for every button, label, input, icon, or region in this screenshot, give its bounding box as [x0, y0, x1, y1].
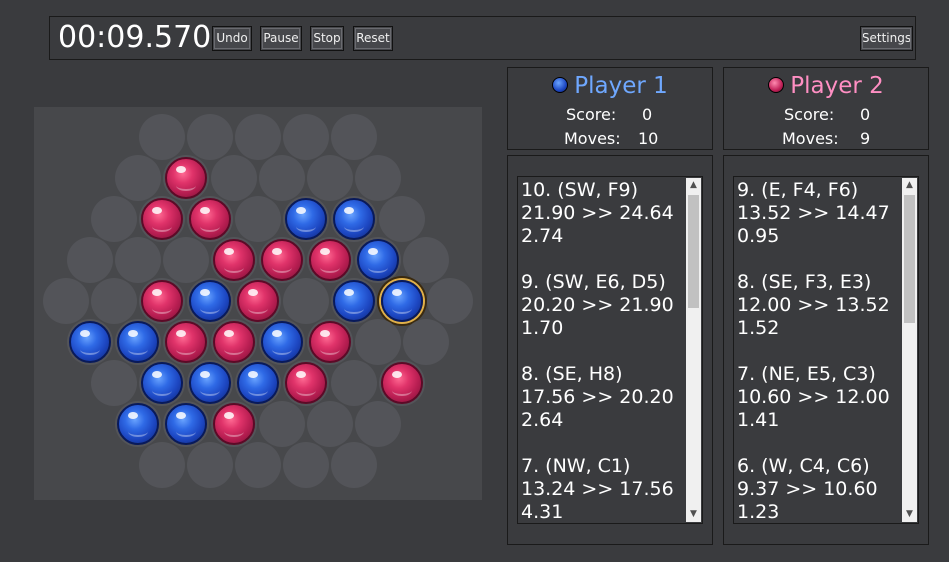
board-cell[interactable]: [355, 401, 401, 447]
blue-marble[interactable]: [333, 280, 375, 322]
player1-panel: Player 1 Score: 0 Moves: 10: [507, 67, 713, 150]
red-marble[interactable]: [213, 403, 255, 445]
player2-log-text: 9. (E, F4, F6) 13.52 >> 14.47 0.95 8. (S…: [737, 179, 890, 523]
board-cell[interactable]: [355, 155, 401, 201]
blue-marble[interactable]: [357, 239, 399, 281]
player2-marble-icon: [768, 76, 785, 93]
board-cell[interactable]: [187, 114, 233, 160]
blue-marble[interactable]: [237, 362, 279, 404]
board-cell[interactable]: [283, 442, 329, 488]
board-cell[interactable]: [91, 196, 137, 242]
stop-button[interactable]: Stop: [310, 26, 344, 51]
board-cell[interactable]: [331, 360, 377, 406]
scroll-up-arrow-icon[interactable]: ▲: [902, 178, 917, 193]
player2-score: 0: [860, 105, 871, 124]
board-cell[interactable]: [355, 319, 401, 365]
red-marble[interactable]: [213, 321, 255, 363]
red-marble[interactable]: [309, 239, 351, 281]
player2-log-panel: 9. (E, F4, F6) 13.52 >> 14.47 0.95 8. (S…: [723, 155, 929, 545]
player2-scrollbar[interactable]: ▲ ▼: [902, 178, 917, 522]
red-marble[interactable]: [309, 321, 351, 363]
red-marble[interactable]: [189, 198, 231, 240]
player1-scrollbar[interactable]: ▲ ▼: [686, 178, 701, 522]
board-cell[interactable]: [331, 442, 377, 488]
blue-marble[interactable]: [69, 321, 111, 363]
board-cell[interactable]: [403, 319, 449, 365]
red-marble[interactable]: [165, 321, 207, 363]
player2-panel: Player 2 Score: 0 Moves: 9: [723, 67, 929, 150]
player1-log-panel: 10. (SW, F9) 21.90 >> 24.64 2.74 9. (SW,…: [507, 155, 713, 545]
reset-button[interactable]: Reset: [353, 26, 393, 51]
board-cell[interactable]: [307, 401, 353, 447]
red-marble[interactable]: [237, 280, 279, 322]
blue-marble[interactable]: [333, 198, 375, 240]
board-cell[interactable]: [67, 237, 113, 283]
board-cell[interactable]: [235, 196, 281, 242]
player1-title: Player 1: [508, 72, 712, 100]
board-cell[interactable]: [115, 237, 161, 283]
toolbar: 00:09.570 Undo Pause Stop Reset Settings: [49, 16, 916, 60]
player2-title: Player 2: [724, 72, 928, 100]
board-cell[interactable]: [235, 114, 281, 160]
player2-score-label: Score:: [784, 105, 835, 124]
board-cell[interactable]: [43, 278, 89, 324]
player1-scroll-thumb[interactable]: [688, 195, 699, 308]
player2-moves: 9: [860, 129, 871, 148]
red-marble[interactable]: [141, 280, 183, 322]
board-cell[interactable]: [91, 360, 137, 406]
board-cell[interactable]: [235, 442, 281, 488]
player2-moves-label: Moves:: [782, 129, 839, 148]
blue-marble[interactable]: [117, 321, 159, 363]
player1-name: Player 1: [574, 73, 668, 99]
player2-move-log[interactable]: 9. (E, F4, F6) 13.52 >> 14.47 0.95 8. (S…: [733, 176, 919, 524]
board-cell[interactable]: [91, 278, 137, 324]
scroll-up-arrow-icon[interactable]: ▲: [686, 178, 701, 193]
red-marble[interactable]: [381, 362, 423, 404]
blue-marble[interactable]: [165, 403, 207, 445]
player1-moves: 10: [638, 129, 659, 148]
player1-moves-label: Moves:: [564, 129, 621, 148]
board-cell[interactable]: [307, 155, 353, 201]
blue-marble[interactable]: [189, 280, 231, 322]
red-marble[interactable]: [141, 198, 183, 240]
board-cell[interactable]: [427, 278, 473, 324]
red-marble[interactable]: [261, 239, 303, 281]
board-cell[interactable]: [259, 155, 305, 201]
player1-score-label: Score:: [566, 105, 617, 124]
undo-button[interactable]: Undo: [212, 26, 252, 51]
player1-marble-icon: [552, 76, 569, 93]
board-cell[interactable]: [187, 442, 233, 488]
player2-scroll-thumb[interactable]: [904, 195, 915, 323]
red-marble[interactable]: [213, 239, 255, 281]
pause-button[interactable]: Pause: [260, 26, 302, 51]
board-cell[interactable]: [163, 237, 209, 283]
blue-marble[interactable]: [117, 403, 159, 445]
blue-marble[interactable]: [189, 362, 231, 404]
game-board: [34, 107, 482, 500]
player1-log-text: 10. (SW, F9) 21.90 >> 24.64 2.74 9. (SW,…: [521, 179, 674, 523]
game-timer: 00:09.570: [58, 20, 212, 55]
player1-score: 0: [642, 105, 653, 124]
blue-marble[interactable]: [141, 362, 183, 404]
selected-blue-marble[interactable]: [381, 280, 423, 322]
board-cell[interactable]: [139, 442, 185, 488]
board-cell[interactable]: [283, 114, 329, 160]
red-marble[interactable]: [165, 157, 207, 199]
scroll-down-arrow-icon[interactable]: ▼: [902, 507, 917, 522]
red-marble[interactable]: [285, 362, 327, 404]
board-cell[interactable]: [331, 114, 377, 160]
board-cell[interactable]: [139, 114, 185, 160]
player2-name: Player 2: [790, 73, 884, 99]
settings-button[interactable]: Settings: [860, 26, 913, 51]
scroll-down-arrow-icon[interactable]: ▼: [686, 507, 701, 522]
board-cell[interactable]: [211, 155, 257, 201]
blue-marble[interactable]: [285, 198, 327, 240]
player1-move-log[interactable]: 10. (SW, F9) 21.90 >> 24.64 2.74 9. (SW,…: [517, 176, 703, 524]
board-cell[interactable]: [403, 237, 449, 283]
board-cell[interactable]: [379, 196, 425, 242]
board-cell[interactable]: [259, 401, 305, 447]
board-cell[interactable]: [283, 278, 329, 324]
blue-marble[interactable]: [261, 321, 303, 363]
board-cell[interactable]: [115, 155, 161, 201]
